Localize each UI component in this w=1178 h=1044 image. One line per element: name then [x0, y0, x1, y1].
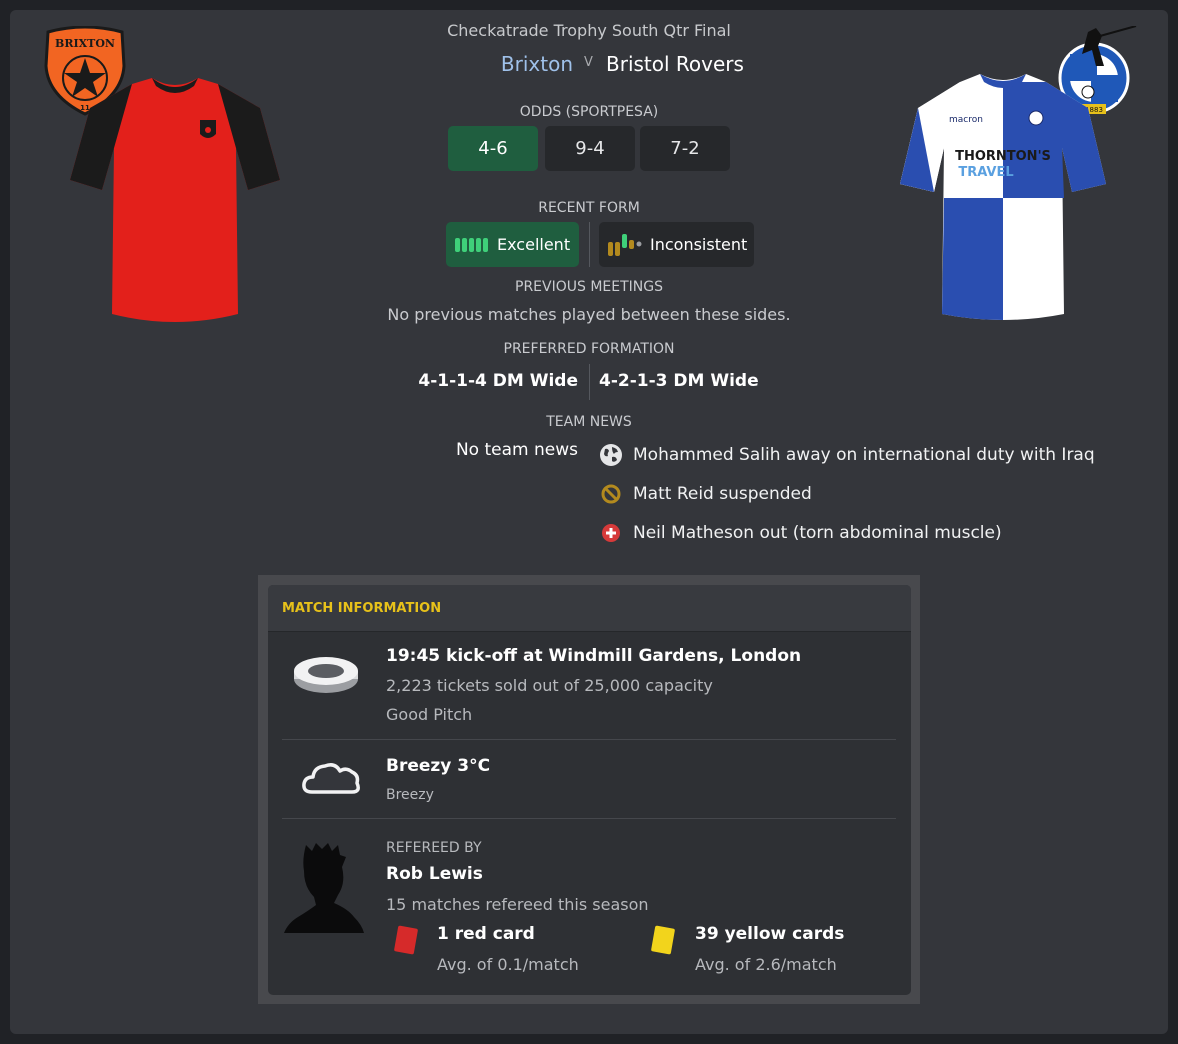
home-team-name[interactable]: Brixton: [501, 52, 573, 76]
referee-label: REFEREED BY: [386, 840, 482, 856]
svg-text:TRAVEL: TRAVEL: [958, 165, 1013, 180]
versus-label: V: [584, 55, 593, 70]
match-information-header: MATCH INFORMATION: [268, 585, 911, 632]
odds-away-button[interactable]: 7-2: [640, 126, 730, 171]
yellow-card-icon: [649, 924, 677, 960]
home-team-news: No team news: [455, 440, 578, 460]
team-news-label: TEAM NEWS: [546, 414, 632, 430]
previous-meetings-text: No previous matches played between these…: [387, 305, 791, 324]
yellow-cards-count: 39 yellow cards: [695, 924, 845, 944]
match-information-card: MATCH INFORMATION 19:45 kick-off at Wind…: [268, 585, 911, 995]
weather-title: Breezy 3°C: [386, 756, 491, 776]
news-text: Mohammed Salih away on international dut…: [633, 445, 1095, 465]
home-formation[interactable]: 4-1-1-4 DM Wide: [418, 371, 578, 391]
red-cards-count: 1 red card: [437, 924, 535, 944]
svg-text:BRIXTON: BRIXTON: [55, 37, 115, 50]
odds-draw-button[interactable]: 9-4: [545, 126, 635, 171]
stadium-icon: [292, 653, 360, 699]
row-divider: [282, 818, 896, 819]
odds-label: ODDS (SPORTPESA): [519, 104, 659, 120]
away-form-pill[interactable]: Inconsistent: [599, 222, 754, 267]
form-excellent-icon: [455, 237, 488, 252]
news-text: Matt Reid suspended: [633, 484, 812, 504]
away-formation[interactable]: 4-2-1-3 DM Wide: [599, 371, 759, 391]
referee-name[interactable]: Rob Lewis: [386, 864, 483, 884]
form-inconsistent-icon: [608, 233, 642, 256]
globe-icon: [598, 442, 624, 468]
venue-title[interactable]: 19:45 kick-off at Windmill Gardens, Lond…: [386, 646, 801, 666]
news-item-injury[interactable]: Neil Matheson out (torn abdominal muscle…: [598, 519, 1002, 547]
formation-divider: [589, 364, 590, 400]
suspended-icon: [598, 481, 624, 507]
away-form-text: Inconsistent: [650, 235, 748, 254]
news-text: Neil Matheson out (torn abdominal muscle…: [633, 523, 1002, 543]
previous-meetings-label: PREVIOUS MEETINGS: [515, 279, 663, 295]
form-divider: [589, 222, 590, 267]
home-form-pill[interactable]: Excellent: [446, 222, 579, 267]
injury-icon: [598, 520, 624, 546]
cloud-icon: [302, 758, 362, 802]
weather-sub: Breezy: [386, 787, 434, 803]
competition-title: Checkatrade Trophy South Qtr Final: [447, 21, 731, 40]
referee-matches: 15 matches refereed this season: [386, 895, 649, 914]
home-form-text: Excellent: [497, 235, 571, 254]
venue-pitch: Good Pitch: [386, 705, 473, 724]
odds-home-button[interactable]: 4-6: [448, 126, 538, 171]
referee-avatar[interactable]: [284, 843, 368, 939]
red-cards-average: Avg. of 0.1/match: [437, 955, 579, 974]
away-team-name[interactable]: Bristol Rovers: [606, 52, 744, 76]
news-item-suspension[interactable]: Matt Reid suspended: [598, 480, 812, 508]
preferred-formation-label: PREFERRED FORMATION: [503, 341, 675, 357]
yellow-cards-average: Avg. of 2.6/match: [695, 955, 837, 974]
venue-tickets: 2,223 tickets sold out of 25,000 capacit…: [386, 676, 713, 695]
svg-text:THORNTON'S: THORNTON'S: [955, 149, 1051, 164]
news-item-international[interactable]: Mohammed Salih away on international dut…: [598, 441, 1095, 469]
row-divider: [282, 739, 896, 740]
recent-form-label: RECENT FORM: [538, 200, 640, 216]
red-card-icon: [392, 924, 420, 960]
